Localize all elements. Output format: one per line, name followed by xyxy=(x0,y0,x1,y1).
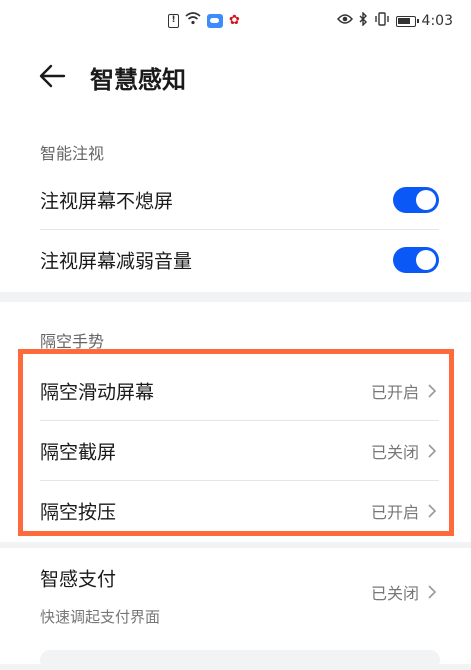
status-right-icons: 4:03 xyxy=(336,11,453,30)
setting-row-air-screenshot[interactable]: 隔空截屏 已关闭 xyxy=(0,421,471,481)
chevron-right-icon xyxy=(428,585,437,599)
setting-label: 注视屏幕减弱音量 xyxy=(40,250,193,273)
smart-gaze-section: 智能注视 注视屏幕不熄屏 注视屏幕减弱音量 xyxy=(0,120,471,292)
page-header: 智慧感知 xyxy=(0,40,471,120)
bottom-card-partial xyxy=(40,650,440,670)
vibrate-icon xyxy=(374,12,390,30)
air-gesture-section: 隔空手势 隔空滑动屏幕 已开启 隔空截屏 已关闭 隔空按压 已开启 xyxy=(0,302,471,542)
huawei-logo-icon: ✿ xyxy=(229,12,240,28)
status-left-icons: ! ✿ xyxy=(168,12,240,29)
wifi-icon xyxy=(185,12,201,29)
status-value: 已关闭 xyxy=(370,584,419,603)
cloud-app-icon xyxy=(207,13,223,28)
status-value: 已开启 xyxy=(370,503,419,522)
setting-label: 智感支付 xyxy=(40,568,117,591)
setting-row-air-swipe[interactable]: 隔空滑动屏幕 已开启 xyxy=(0,361,471,421)
battery-icon xyxy=(395,15,419,27)
eye-icon xyxy=(336,13,353,29)
back-arrow-icon[interactable] xyxy=(36,58,72,94)
toggle-knob xyxy=(416,190,436,210)
setting-row-gaze-screen-on[interactable]: 注视屏幕不熄屏 xyxy=(0,170,471,230)
status-value: 已开启 xyxy=(370,383,419,402)
setting-label: 隔空滑动屏幕 xyxy=(40,381,155,404)
chevron-right-icon xyxy=(428,444,437,458)
bluetooth-icon xyxy=(359,11,368,30)
toggle-switch[interactable] xyxy=(393,247,439,273)
setting-row-smart-pay[interactable]: 智感支付 快速调起支付界面 已关闭 xyxy=(0,560,471,626)
toggle-knob xyxy=(416,250,436,270)
setting-label: 隔空截屏 xyxy=(40,441,117,464)
toggle-switch[interactable] xyxy=(393,187,439,213)
smart-pay-section: 智感支付 快速调起支付界面 已关闭 xyxy=(0,548,471,664)
chevron-right-icon xyxy=(428,384,437,398)
sim-alert-icon: ! xyxy=(168,13,179,28)
setting-label: 隔空按压 xyxy=(40,501,117,524)
setting-subtitle: 快速调起支付界面 xyxy=(40,608,161,626)
section-header-smart-gaze: 智能注视 xyxy=(40,144,105,163)
chevron-right-icon xyxy=(428,504,437,518)
setting-row-air-press[interactable]: 隔空按压 已开启 xyxy=(0,481,471,541)
status-time: 4:03 xyxy=(421,13,453,29)
setting-label: 注视屏幕不熄屏 xyxy=(40,190,174,213)
status-value: 已关闭 xyxy=(370,443,419,462)
section-header-air-gesture: 隔空手势 xyxy=(40,332,105,351)
page-title: 智慧感知 xyxy=(90,66,186,94)
setting-row-gaze-lower-volume[interactable]: 注视屏幕减弱音量 xyxy=(0,230,471,290)
status-bar: ! ✿ 4:03 xyxy=(0,0,471,40)
